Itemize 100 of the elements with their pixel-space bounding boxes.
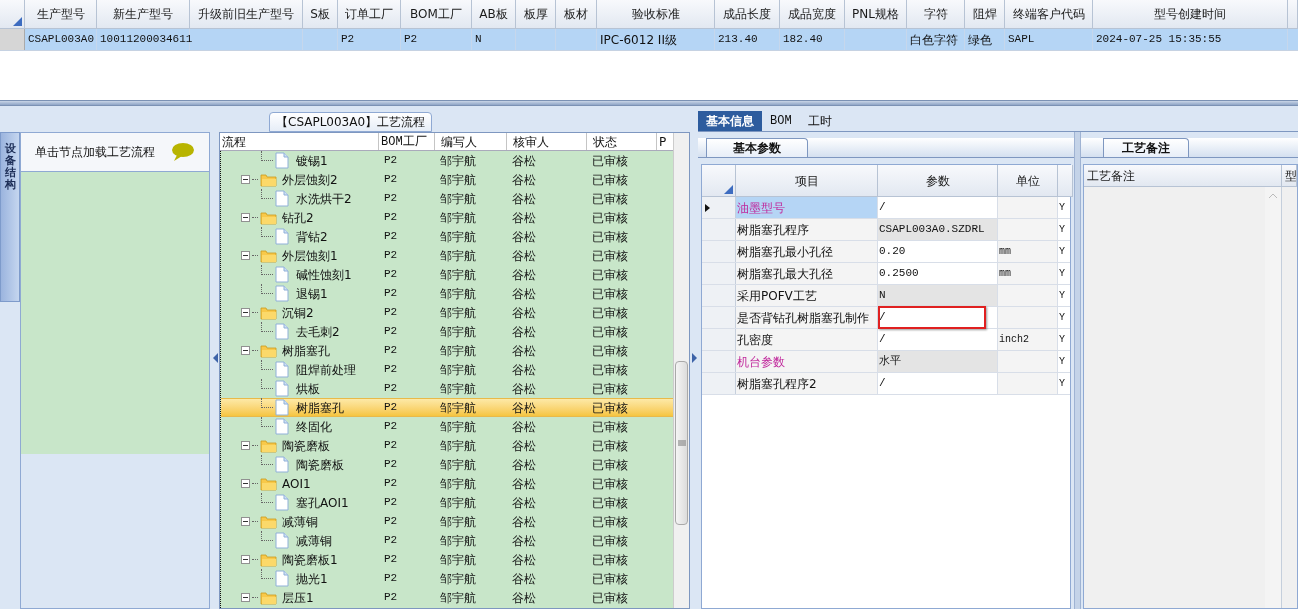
table-cell: 白色字符 [907, 29, 965, 50]
flow-row[interactable]: 减薄铜 P2 邹宇航 谷松 已审核 [221, 531, 673, 550]
flow-row[interactable]: 陶瓷磨板 P2 邹宇航 谷松 已审核 [221, 455, 673, 474]
scroll-up-icon[interactable] [1269, 193, 1277, 198]
params-tab[interactable]: 基本参数 [706, 138, 808, 157]
column-header[interactable]: BOM工厂 [379, 133, 435, 150]
flow-row[interactable]: 阻焊前处理 P2 邹宇航 谷松 已审核 [221, 360, 673, 379]
column-header[interactable]: 单位 [998, 165, 1058, 197]
flow-row[interactable]: 终固化 P2 邹宇航 谷松 已审核 [221, 417, 673, 436]
collapse-icon[interactable] [241, 517, 250, 526]
column-header[interactable]: 阻焊 [965, 0, 1005, 29]
splitter-bar[interactable] [1074, 132, 1081, 609]
column-header[interactable]: 板材 [556, 0, 597, 29]
column-header[interactable]: 字符 [907, 0, 965, 29]
flow-row[interactable]: 水洗烘干2 P2 邹宇航 谷松 已审核 [221, 189, 673, 208]
column-header[interactable]: 验收标准 [597, 0, 715, 29]
column-header[interactable]: 成品宽度 [780, 0, 845, 29]
notes-tab[interactable]: 工艺备注 [1103, 138, 1189, 157]
table-cell-text: Y [1058, 223, 1066, 237]
table-cell-text: 已审核 [591, 266, 629, 284]
column-header[interactable]: AB板 [472, 0, 516, 29]
collapse-icon[interactable] [241, 593, 250, 602]
flow-row[interactable]: 减薄铜 P2 邹宇航 谷松 已审核 [221, 512, 673, 531]
flow-step-label: 陶瓷磨板 [296, 456, 344, 474]
column-header[interactable]: 订单工厂 [338, 0, 401, 29]
column-header[interactable]: 工艺备注 [1084, 165, 1282, 187]
document-icon [275, 570, 289, 587]
row-header[interactable] [702, 197, 736, 218]
detail-tab[interactable]: 工时 [799, 111, 840, 131]
flow-row[interactable]: 层压1 P2 邹宇航 谷松 已审核 [221, 588, 673, 607]
flow-row[interactable]: 沉铜2 P2 邹宇航 谷松 已审核 [221, 303, 673, 322]
scrollbar[interactable] [1265, 187, 1281, 608]
column-header[interactable]: PNL规格 [845, 0, 907, 29]
scrollbar[interactable] [673, 133, 689, 608]
flow-row[interactable]: 抛光1 P2 邹宇航 谷松 已审核 [221, 569, 673, 588]
column-header[interactable]: 状态 [587, 133, 657, 150]
column-header[interactable]: 项目 [736, 165, 878, 197]
flow-row[interactable]: 去毛刺2 P2 邹宇航 谷松 已审核 [221, 322, 673, 341]
table-cell-text: P2 [383, 229, 399, 245]
flow-row[interactable]: 陶瓷磨板1 P2 邹宇航 谷松 已审核 [221, 550, 673, 569]
flow-row[interactable]: 树脂塞孔 P2 邹宇航 谷松 已审核 [221, 341, 673, 360]
flow-row[interactable]: 外层蚀刻2 P2 邹宇航 谷松 已审核 [221, 170, 673, 189]
flow-row[interactable]: 外层蚀刻1 P2 邹宇航 谷松 已审核 [221, 246, 673, 265]
detail-tab[interactable]: BOM [762, 111, 800, 131]
table-cell-text: 谷松 [511, 152, 537, 170]
column-header[interactable]: 终端客户代码 [1005, 0, 1093, 29]
table-cell-text: 谷松 [511, 361, 537, 379]
column-header[interactable]: 升级前旧生产型号 [190, 0, 303, 29]
collapse-icon[interactable] [241, 213, 250, 222]
table-row[interactable]: CSAPL003A0 10011200034611 P2 P2 N IPC-6012 II级 213.40 182.40 白色字符 绿色 SAPL 2024-07-25 15:35:55 [0, 29, 1298, 51]
table-cell-text: 谷松 [511, 570, 537, 588]
scrollbar-thumb[interactable] [675, 361, 688, 525]
table-cell: 0.20 [878, 241, 998, 262]
column-header[interactable]: 核审人 [507, 133, 587, 150]
table-cell-text: 邹宇航 [439, 456, 477, 474]
column-header[interactable]: 编写人 [435, 133, 507, 150]
column-header[interactable]: 型 [1282, 165, 1297, 187]
collapse-icon[interactable] [241, 308, 250, 317]
column-header[interactable] [1288, 0, 1298, 29]
flow-row[interactable]: 镀锡1 P2 邹宇航 谷松 已审核 [221, 151, 673, 170]
flow-row[interactable]: 烘板 P2 邹宇航 谷松 已审核 [221, 379, 673, 398]
column-header[interactable]: S板 [303, 0, 338, 29]
table-cell-text: P2 [383, 267, 399, 283]
flow-row[interactable]: 碱性蚀刻1 P2 邹宇航 谷松 已审核 [221, 265, 673, 284]
flow-row[interactable]: 树脂塞孔 P2 邹宇航 谷松 已审核 [221, 398, 673, 417]
collapse-arrow-icon[interactable] [691, 352, 697, 363]
collapse-icon[interactable] [241, 555, 250, 564]
side-tab[interactable]: 设备结构 [0, 132, 20, 302]
column-header[interactable]: 生产型号 [25, 0, 97, 29]
flow-row[interactable]: 退锡1 P2 邹宇航 谷松 已审核 [221, 284, 673, 303]
collapse-arrow-icon[interactable] [213, 352, 219, 363]
flow-row[interactable]: 背钻2 P2 邹宇航 谷松 已审核 [221, 227, 673, 246]
flow-row[interactable]: 钻孔2 P2 邹宇航 谷松 已审核 [221, 208, 673, 227]
column-header[interactable]: 参数 [878, 165, 998, 197]
table-cell-text: P2 [383, 476, 399, 492]
column-header[interactable]: 型号创建时间 [1093, 0, 1288, 29]
table-cell-text: 谷松 [511, 266, 537, 284]
table-cell-text: 邹宇航 [439, 399, 477, 417]
detail-tab[interactable]: 基本信息 [698, 111, 762, 131]
column-header[interactable]: BOM工厂 [401, 0, 472, 29]
column-header[interactable]: 成品长度 [715, 0, 780, 29]
table-cell-text: 已审核 [591, 247, 629, 265]
collapse-icon[interactable] [241, 251, 250, 260]
splitter-bar[interactable] [0, 100, 1298, 106]
folder-icon [260, 438, 277, 453]
collapse-icon[interactable] [241, 346, 250, 355]
collapse-icon[interactable] [241, 479, 250, 488]
table-cell-text: 已审核 [591, 190, 629, 208]
flow-row[interactable]: 塞孔AOI1 P2 邹宇航 谷松 已审核 [221, 493, 673, 512]
column-header[interactable]: 新生产型号 [97, 0, 190, 29]
collapse-icon[interactable] [241, 175, 250, 184]
column-header[interactable] [1058, 165, 1073, 197]
column-header[interactable]: 流程 [220, 133, 379, 150]
collapse-icon[interactable] [241, 441, 250, 450]
table-cell-text: 已审核 [591, 570, 629, 588]
grid-corner[interactable] [0, 0, 25, 29]
flow-row[interactable]: 陶瓷磨板 P2 邹宇航 谷松 已审核 [221, 436, 673, 455]
sort-corner-icon [13, 17, 22, 26]
flow-row[interactable]: AOI1 P2 邹宇航 谷松 已审核 [221, 474, 673, 493]
column-header[interactable]: 板厚 [516, 0, 556, 29]
